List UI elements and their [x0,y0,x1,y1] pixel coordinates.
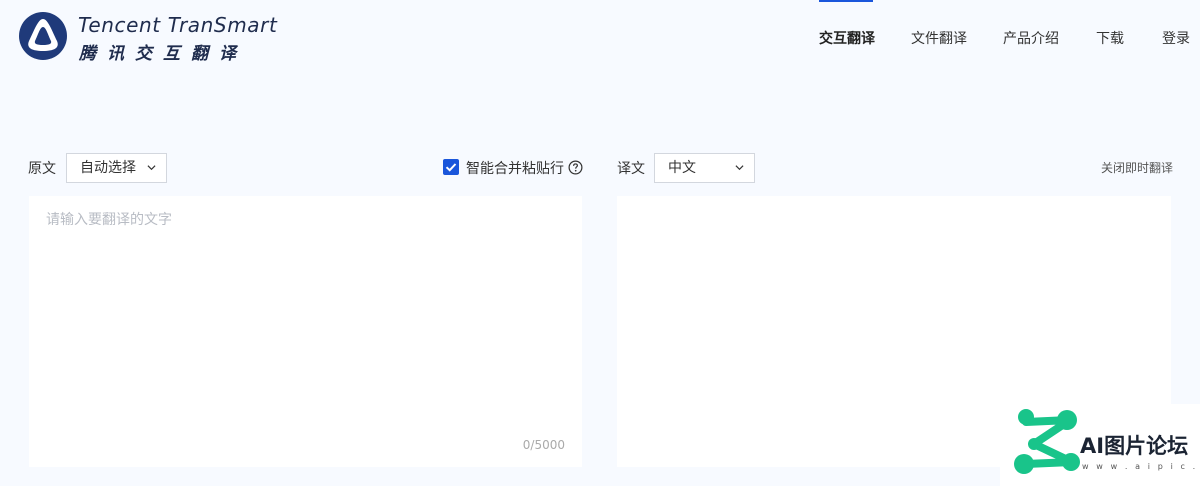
nav-file-translate[interactable]: 文件翻译 [911,28,967,48]
source-text-input[interactable] [29,196,582,467]
char-count: 0/5000 [522,438,565,452]
nav-active-indicator [819,0,873,2]
source-language-value: 自动选择 [80,160,136,176]
watermark-logo [1014,409,1080,474]
check-icon [445,163,457,172]
watermark-text: AI图片论坛 [1080,434,1189,458]
nav-interactive-translate[interactable]: 交互翻译 [819,28,875,48]
smart-merge-checkbox[interactable] [443,159,459,175]
chevron-down-icon [735,165,744,171]
target-language-select[interactable]: 中文 [654,153,755,183]
watermark-url: w w w . a i p i c . c c [1082,462,1200,471]
target-language-value: 中文 [668,160,696,176]
nav-product-intro[interactable]: 产品介绍 [1003,28,1059,48]
help-icon[interactable] [568,160,583,175]
brand-name-en: Tencent TranSmart [78,13,278,37]
smart-merge-label[interactable]: 智能合并粘贴行 [466,158,564,178]
target-label: 译文 [617,161,645,177]
tencent-transmart-logo[interactable] [16,9,76,61]
source-language-select[interactable]: 自动选择 [66,153,167,183]
nav-download[interactable]: 下载 [1096,28,1124,48]
source-panel: 0/5000 [29,196,582,467]
source-label: 原文 [28,161,56,177]
watermark: AI图片论坛 w w w . a i p i c . c c [1000,404,1200,486]
brand-name-cn: 腾讯交互翻译 [79,44,247,64]
nav-login[interactable]: 登录 [1162,28,1190,48]
close-instant-translate-button[interactable]: 关闭即时翻译 [1101,159,1173,176]
chevron-down-icon [147,165,156,171]
